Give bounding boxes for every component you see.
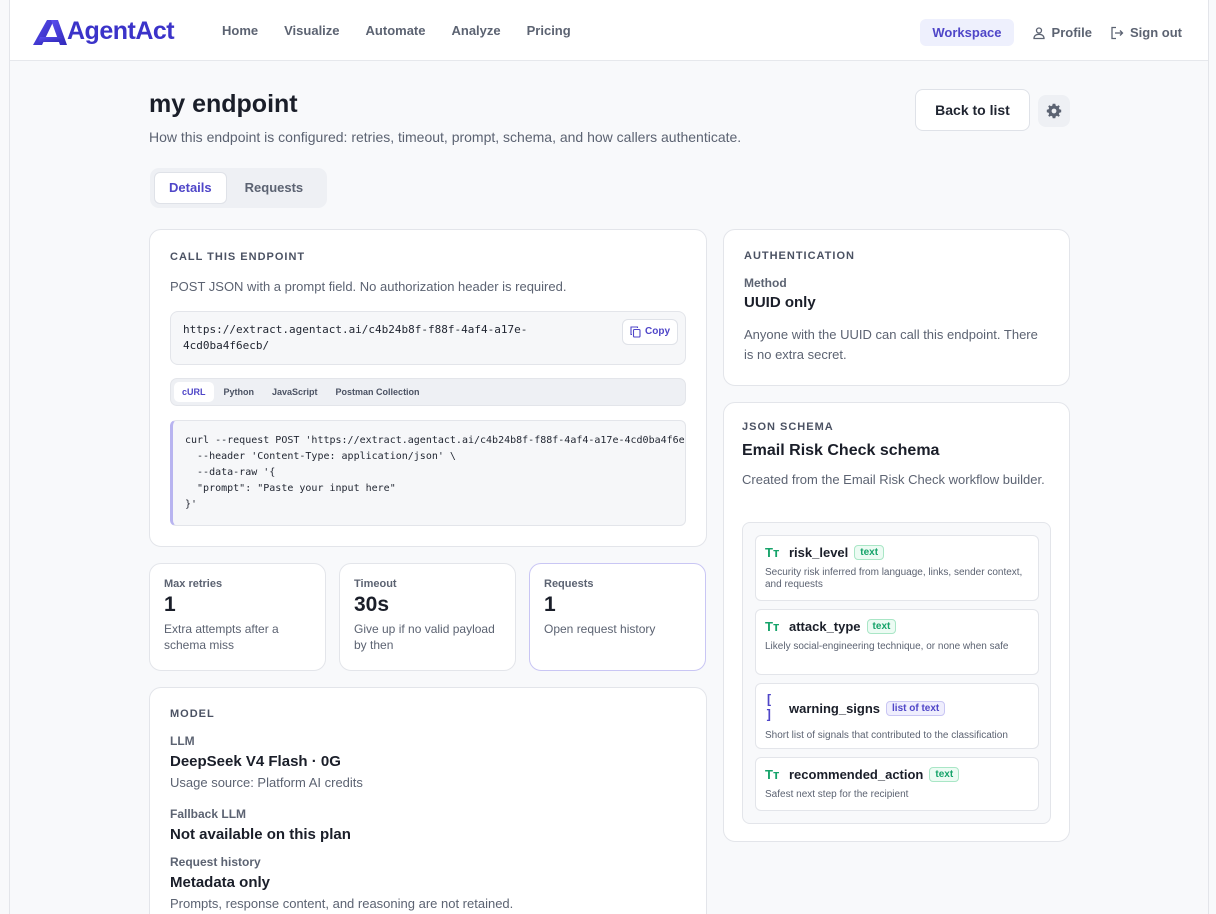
llm-value: DeepSeek V4 Flash · 0G <box>170 753 341 770</box>
app-frame: AgentAct Home Visualize Automate Analyze… <box>9 0 1209 914</box>
field-name: risk_level <box>789 545 849 560</box>
field-description: Likely social-engineering technique, or … <box>765 641 1009 652</box>
schema-field-list: Tт risk_level text Security risk inferre… <box>742 522 1051 824</box>
settings-button[interactable] <box>1038 95 1070 127</box>
stat-label: Requests <box>544 578 594 590</box>
fallback-value: Not available on this plan <box>170 826 351 843</box>
auth-heading: AUTHENTICATION <box>744 250 855 262</box>
copy-icon <box>630 326 641 338</box>
auth-method-value: UUID only <box>744 294 816 311</box>
text-type-icon: Tт <box>765 545 780 560</box>
logo-text: AgentAct <box>67 17 175 45</box>
text-type-icon: Tт <box>765 619 780 634</box>
field-description: Short list of signals that contributed t… <box>765 730 1008 741</box>
fallback-label: Fallback LLM <box>170 807 247 821</box>
user-icon <box>1032 26 1045 39</box>
profile-label: Profile <box>1051 25 1092 40</box>
stat-label: Max retries <box>164 578 223 590</box>
auth-method-label: Method <box>744 276 787 290</box>
field-type-badge: text <box>929 767 960 782</box>
model-card: MODEL LLM DeepSeek V4 Flash · 0G Usage s… <box>149 687 707 914</box>
stat-value: 30s <box>354 593 390 616</box>
schema-field-warning-signs[interactable]: [ ] warning_signs list of text Short lis… <box>755 683 1039 749</box>
stat-value: 1 <box>164 593 176 616</box>
top-nav: AgentAct Home Visualize Automate Analyze… <box>10 0 1208 61</box>
schema-field-recommended-action[interactable]: Tт recommended_action text Safest next s… <box>755 757 1039 811</box>
code-language-tabs: cURL Python JavaScript Postman Collectio… <box>170 378 686 406</box>
endpoint-url-line-1: https://extract.agentact.ai/c4b24b8f-f88… <box>183 323 528 336</box>
copy-label: Copy <box>645 326 670 337</box>
field-type-badge: text <box>854 545 885 560</box>
field-type-badge: list of text <box>886 700 946 716</box>
sign-out-label: Sign out <box>1130 25 1182 40</box>
stat-description: Extra attempts after a schema miss <box>164 622 279 652</box>
stat-timeout: Timeout 30s Give up if no valid payload … <box>339 563 516 671</box>
stat-max-retries: Max retries 1 Extra attempts after a sch… <box>149 563 326 671</box>
field-name: warning_signs <box>789 700 881 716</box>
stat-description: Give up if no valid payload by then <box>354 622 495 652</box>
stat-description: Open request history <box>544 622 656 636</box>
tab-details[interactable]: Details <box>154 172 227 204</box>
page-tabs: Details Requests <box>150 168 327 208</box>
llm-note: Usage source: Platform AI credits <box>170 775 363 790</box>
gear-icon <box>1046 103 1062 119</box>
json-schema-card: JSON SCHEMA Email Risk Check schema Crea… <box>723 402 1070 842</box>
sign-out-icon <box>1111 26 1124 39</box>
auth-note: Anyone with the UUID can call this endpo… <box>744 327 1038 362</box>
schema-title: Email Risk Check schema <box>742 442 940 459</box>
nav-link-analyze[interactable]: Analyze <box>451 23 500 38</box>
history-value: Metadata only <box>170 874 271 891</box>
list-type-icon: [ ] <box>765 693 773 723</box>
field-name: attack_type <box>789 619 861 634</box>
stat-value: 1 <box>544 593 556 616</box>
llm-label: LLM <box>170 734 195 748</box>
field-type-badge: text <box>866 619 897 634</box>
stat-requests[interactable]: Requests 1 Open request history <box>529 563 706 671</box>
schema-field-attack-type[interactable]: Tт attack_type text Likely social-engine… <box>755 609 1039 675</box>
lang-tab-python[interactable]: Python <box>216 382 263 402</box>
endpoint-url-line-2: 4cd0ba4f6ecb/ <box>183 339 270 352</box>
schema-heading: JSON SCHEMA <box>742 421 834 433</box>
call-endpoint-heading: CALL THIS ENDPOINT <box>170 251 306 263</box>
field-description: Security risk inferred from language, li… <box>765 567 1023 590</box>
nav-link-pricing[interactable]: Pricing <box>527 23 571 38</box>
page-subtitle: How this endpoint is configured: retries… <box>149 129 742 145</box>
text-type-icon: Tт <box>765 767 780 782</box>
code-sample[interactable]: curl --request POST 'https://extract.age… <box>170 420 686 526</box>
field-name: recommended_action <box>789 767 924 782</box>
call-endpoint-card: CALL THIS ENDPOINT POST JSON with a prom… <box>149 229 707 547</box>
logo[interactable]: AgentAct <box>31 17 175 46</box>
back-to-list-button[interactable]: Back to list <box>915 89 1030 131</box>
schema-note: Created from the Email Risk Check workfl… <box>742 472 1045 487</box>
model-heading: MODEL <box>170 708 215 720</box>
stat-label: Timeout <box>354 578 397 590</box>
history-note: Prompts, response content, and reasoning… <box>170 896 514 911</box>
field-description: Safest next step for the recipient <box>765 789 909 800</box>
profile-link[interactable]: Profile <box>1032 25 1092 40</box>
history-label: Request history <box>170 855 261 869</box>
tab-requests[interactable]: Requests <box>231 172 318 204</box>
copy-url-button[interactable]: Copy <box>622 319 678 345</box>
nav-link-visualize[interactable]: Visualize <box>284 23 339 38</box>
schema-field-risk-level[interactable]: Tт risk_level text Security risk inferre… <box>755 535 1039 601</box>
lang-tab-javascript[interactable]: JavaScript <box>264 382 326 402</box>
lang-tab-postman[interactable]: Postman Collection <box>328 382 428 402</box>
lang-tab-curl[interactable]: cURL <box>174 382 214 402</box>
endpoint-url-box[interactable]: https://extract.agentact.ai/c4b24b8f-f88… <box>170 311 686 365</box>
agentact-logo-icon <box>33 19 67 45</box>
authentication-card: AUTHENTICATION Method UUID only Anyone w… <box>723 229 1070 386</box>
page-title: my endpoint <box>149 90 298 118</box>
sign-out-link[interactable]: Sign out <box>1110 25 1182 40</box>
nav-link-home[interactable]: Home <box>222 23 258 38</box>
nav-link-automate[interactable]: Automate <box>366 23 426 38</box>
call-endpoint-description: POST JSON with a prompt field. No author… <box>170 279 567 294</box>
workspace-button[interactable]: Workspace <box>920 19 1014 46</box>
